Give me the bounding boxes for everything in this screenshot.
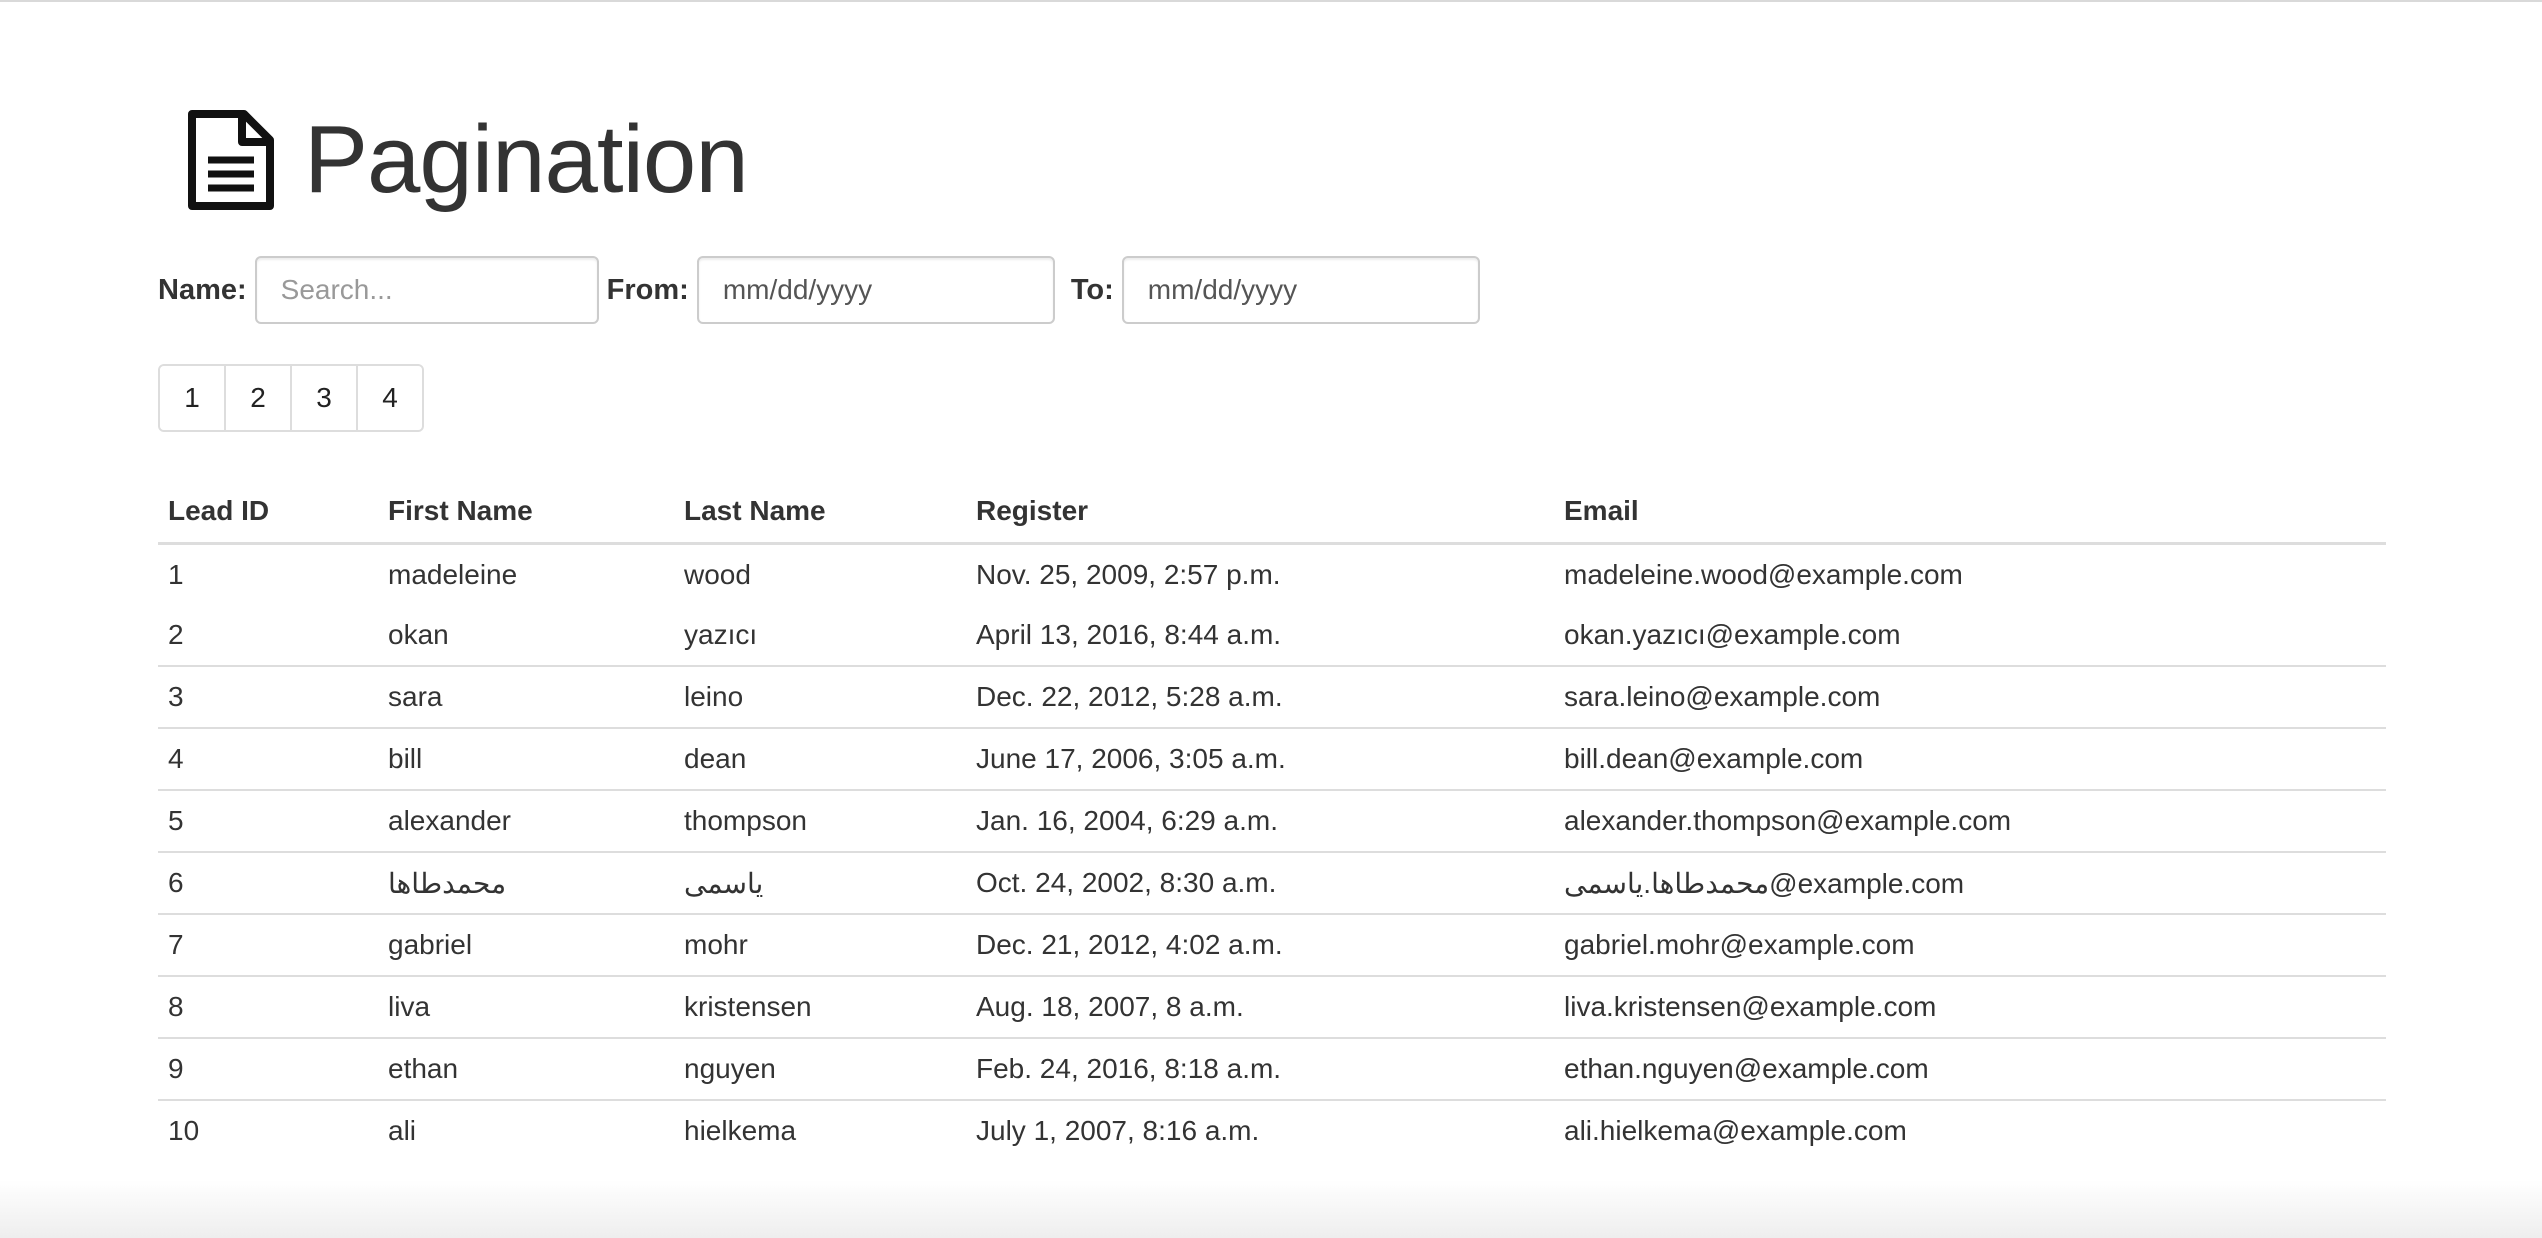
- email-cell: محمدطاها.یاسمی@example.com: [1554, 851, 2386, 914]
- register-cell: June 17, 2006, 3:05 a.m.: [966, 727, 1554, 790]
- first-name-cell: gabriel: [378, 913, 674, 976]
- page-title: Pagination: [304, 106, 749, 213]
- filter-bar: Name: From: mm/dd/yyyy To: mm/dd/yyyy: [158, 256, 1480, 324]
- email-cell: okan.yazıcı@example.com: [1564, 619, 1901, 650]
- last-name-cell: nguyen: [674, 1037, 966, 1100]
- page-link-4[interactable]: 4: [356, 366, 422, 430]
- last-name-cell: dean: [674, 727, 966, 790]
- table-header-row: Lead ID First Name Last Name Register Em…: [158, 480, 2386, 545]
- lead-id-cell: 7: [158, 913, 378, 976]
- last-name-cell: mohr: [674, 913, 966, 976]
- to-label: To:: [1070, 273, 1114, 306]
- document-icon: [186, 108, 276, 212]
- email-cell: sara.leino@example.com: [1554, 665, 2386, 728]
- table-row: 7 gabriel mohr Dec. 21, 2012, 4:02 a.m. gabr…: [158, 913, 2386, 976]
- column-header-register: Register: [966, 480, 1554, 545]
- last-name-cell: leino: [674, 665, 966, 728]
- first-name-cell: okan: [388, 619, 449, 650]
- table-row: 6 محمدطاها یاسمی Oct. 24, 2002, 8:30 a.m. مح…: [158, 851, 2386, 914]
- first-name-cell: ali: [378, 1099, 674, 1161]
- register-cell: Dec. 21, 2012, 4:02 a.m.: [966, 913, 1554, 976]
- table-row: 4 bill dean June 17, 2006, 3:05 a.m. bill.de…: [158, 727, 2386, 790]
- column-header-lead-id: Lead ID: [158, 480, 378, 545]
- email-cell: ali.hielkema@example.com: [1554, 1099, 2386, 1161]
- table-row: 9 ethan nguyen Feb. 24, 2016, 8:18 a.m. etha…: [158, 1037, 2386, 1100]
- table-row: 3 sara leino Dec. 22, 2012, 5:28 a.m. sara.l…: [158, 665, 2386, 728]
- to-date-input[interactable]: mm/dd/yyyy: [1121, 256, 1480, 324]
- lead-id-cell: 1: [158, 542, 378, 605]
- register-cell: Aug. 18, 2007, 8 a.m.: [966, 975, 1554, 1038]
- first-name-cell: alexander: [378, 789, 674, 852]
- lead-id-cell: 8: [158, 975, 378, 1038]
- last-name-cell: یاسمی: [674, 851, 966, 914]
- register-cell: Oct. 24, 2002, 8:30 a.m.: [966, 851, 1554, 914]
- lead-id-cell: 10: [158, 1099, 378, 1161]
- first-name-cell: ethan: [378, 1037, 674, 1100]
- to-date-value: mm/dd/yyyy: [1147, 274, 1298, 305]
- lead-id-cell: 9: [158, 1037, 378, 1100]
- from-date-input[interactable]: mm/dd/yyyy: [696, 256, 1055, 324]
- name-search-input[interactable]: [254, 256, 599, 324]
- last-name-cell: yazıcı: [684, 619, 758, 650]
- email-cell: madeleine.wood@example.com: [1554, 542, 2386, 605]
- column-header-email: Email: [1554, 480, 2386, 545]
- top-border: [0, 0, 2542, 2]
- table-row: 1 madeleine wood Nov. 25, 2009, 2:57 p.m. ma…: [158, 542, 2386, 605]
- table-row: 2 okan yazıcı April 13, 2016, 8:44 a.m. okan…: [158, 605, 2386, 666]
- lead-id-cell: 3: [158, 665, 378, 728]
- last-name-cell: wood: [674, 542, 966, 605]
- register-cell: July 1, 2007, 8:16 a.m.: [966, 1099, 1554, 1161]
- page-link-1[interactable]: 1: [160, 366, 224, 430]
- register-cell: Feb. 24, 2016, 8:18 a.m.: [966, 1037, 1554, 1100]
- page-header: Pagination: [186, 100, 749, 220]
- page-link-2[interactable]: 2: [224, 366, 290, 430]
- from-label: From:: [606, 273, 689, 306]
- lead-id-cell: 2: [168, 619, 184, 650]
- column-header-first-name: First Name: [378, 480, 674, 545]
- register-cell: Dec. 22, 2012, 5:28 a.m.: [966, 665, 1554, 728]
- last-name-cell: kristensen: [674, 975, 966, 1038]
- last-name-cell: thompson: [674, 789, 966, 852]
- table-body: 1 madeleine wood Nov. 25, 2009, 2:57 p.m. ma…: [158, 542, 2386, 1161]
- leads-table: Lead ID First Name Last Name Register Em…: [158, 480, 2386, 1161]
- lead-id-cell: 6: [158, 851, 378, 914]
- bottom-shadow: [0, 1180, 2542, 1238]
- email-cell: ethan.nguyen@example.com: [1554, 1037, 2386, 1100]
- register-cell: April 13, 2016, 8:44 a.m.: [976, 619, 1282, 650]
- from-date-value: mm/dd/yyyy: [722, 274, 873, 305]
- first-name-cell: sara: [378, 665, 674, 728]
- table-row: 8 liva kristensen Aug. 18, 2007, 8 a.m. liva…: [158, 975, 2386, 1038]
- last-name-cell: hielkema: [674, 1099, 966, 1161]
- table-row: 5 alexander thompson Jan. 16, 2004, 6:29 a.…: [158, 789, 2386, 852]
- pagination: 1 2 3 4: [158, 364, 424, 432]
- email-cell: bill.dean@example.com: [1554, 727, 2386, 790]
- name-label: Name:: [158, 273, 247, 306]
- table-row: 10 ali hielkema July 1, 2007, 8:16 a.m. ali.…: [158, 1099, 2386, 1161]
- column-header-last-name: Last Name: [674, 480, 966, 545]
- register-cell: Nov. 25, 2009, 2:57 p.m.: [966, 542, 1554, 605]
- page-link-3[interactable]: 3: [290, 366, 356, 430]
- first-name-cell: liva: [378, 975, 674, 1038]
- email-cell: liva.kristensen@example.com: [1554, 975, 2386, 1038]
- first-name-cell: bill: [378, 727, 674, 790]
- email-cell: gabriel.mohr@example.com: [1554, 913, 2386, 976]
- email-cell: alexander.thompson@example.com: [1554, 789, 2386, 852]
- first-name-cell: madeleine: [378, 542, 674, 605]
- first-name-cell: محمدطاها: [378, 851, 674, 914]
- register-cell: Jan. 16, 2004, 6:29 a.m.: [966, 789, 1554, 852]
- lead-id-cell: 4: [158, 727, 378, 790]
- lead-id-cell: 5: [158, 789, 378, 852]
